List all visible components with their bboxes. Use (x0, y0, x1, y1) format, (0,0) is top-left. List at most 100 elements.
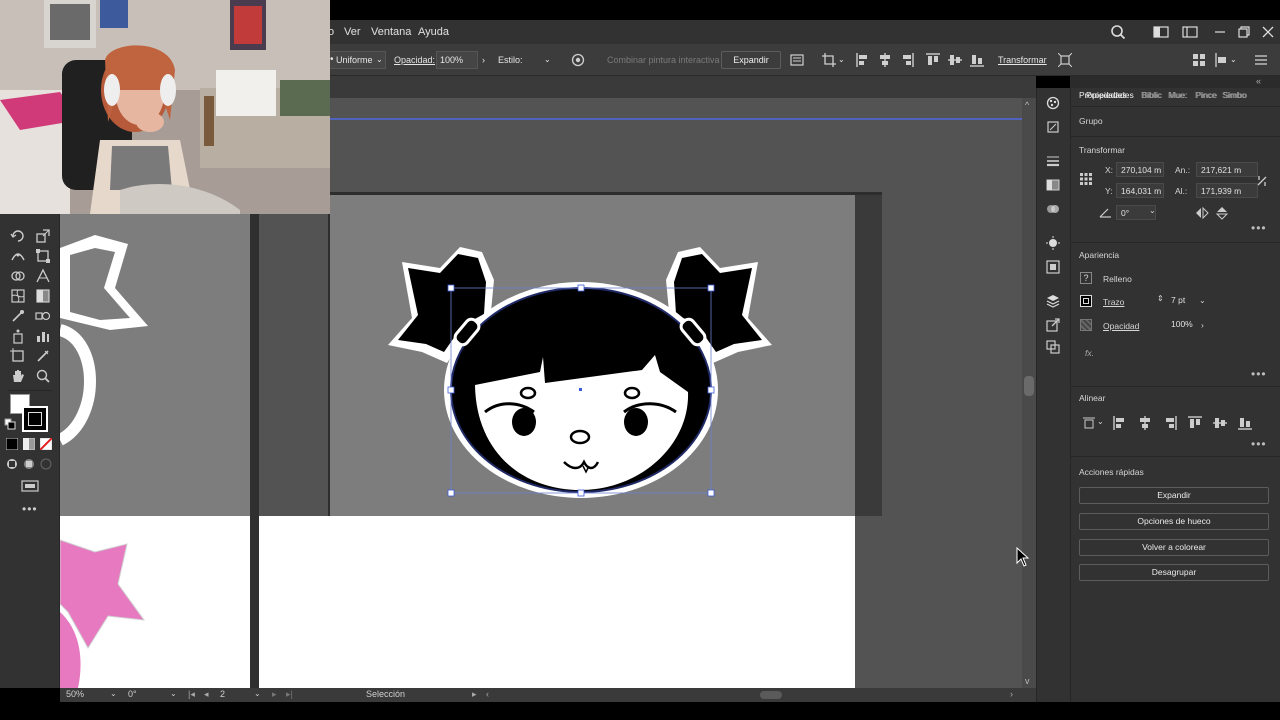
first-artboard-icon[interactable]: |◂ (188, 689, 195, 700)
appearance-panel-icon[interactable] (1046, 236, 1060, 250)
tab-properties-header[interactable]: Propiedades (1086, 90, 1134, 100)
rotate-tool-icon[interactable] (10, 228, 26, 244)
menu-item-ayuda[interactable]: Ayuda (418, 20, 449, 44)
x-position-field[interactable]: 270,104 m (1116, 162, 1164, 177)
gap-options-button[interactable]: Opciones de hueco (1079, 513, 1269, 530)
transform-link[interactable]: Transformar (998, 52, 1047, 68)
align-right-icon[interactable] (900, 53, 914, 67)
default-colors-icon[interactable] (4, 418, 16, 430)
vertical-align-bottom-icon[interactable] (1238, 416, 1252, 430)
chevron-down-icon[interactable]: ⌄ (1149, 206, 1156, 215)
shape-builder-tool-icon[interactable] (10, 268, 26, 284)
artboards-panel-icon[interactable] (1046, 340, 1060, 354)
artboard-number[interactable]: 2 (220, 689, 225, 699)
slice-tool-icon[interactable] (35, 348, 51, 364)
menu-item-ventana[interactable]: Ventana (371, 20, 411, 44)
perspective-grid-tool-icon[interactable] (35, 268, 51, 284)
width-tool-icon[interactable] (10, 248, 26, 264)
horizontal-align-right-icon[interactable] (1163, 416, 1177, 430)
opacity-label[interactable]: Opacidad: (394, 52, 435, 68)
scroll-left-icon[interactable]: ‹ (486, 689, 489, 699)
stroke-panel-icon[interactable] (1046, 154, 1060, 168)
mesh-tool-icon[interactable] (10, 288, 26, 304)
eyedropper-tool-icon[interactable] (10, 308, 26, 324)
chevron-down-icon[interactable]: ⌄ (110, 689, 117, 698)
chevron-down-icon[interactable]: ⌄ (544, 52, 551, 68)
align-bottom-icon[interactable] (970, 53, 984, 67)
zoom-tool-icon[interactable] (35, 368, 51, 384)
tab-symbols-header[interactable]: Simbo (1222, 90, 1246, 100)
chevron-down-icon[interactable]: ⌄ (1199, 296, 1206, 305)
chevron-down-icon[interactable]: ⌄ (838, 52, 845, 68)
graphic-styles-panel-icon[interactable] (1046, 260, 1060, 274)
distribute-icon[interactable] (1214, 53, 1228, 67)
crop-icon[interactable] (822, 53, 836, 67)
ungroup-button[interactable]: Desagrupar (1079, 564, 1269, 581)
chevron-down-icon[interactable]: ⌄ (254, 689, 261, 698)
expand-button[interactable]: Expandir (721, 51, 781, 69)
rotation-value[interactable]: 0° (128, 689, 137, 699)
restore-icon[interactable] (1236, 24, 1252, 40)
tab-brushes-header[interactable]: Pince (1195, 90, 1216, 100)
draw-inside-icon[interactable] (40, 458, 52, 470)
tab-libraries-header[interactable]: Biblic (1141, 90, 1161, 100)
fill-none-icon[interactable]: ? (1080, 272, 1092, 284)
height-field[interactable]: 171,939 m (1196, 183, 1258, 198)
symbol-sprayer-tool-icon[interactable] (10, 328, 26, 344)
live-paint-button[interactable]: Combinar pintura interactiva (607, 52, 720, 68)
collapse-panels-icon[interactable]: « (1256, 76, 1261, 86)
arrange-documents-icon[interactable] (1182, 24, 1198, 40)
align-left-icon[interactable] (856, 53, 870, 67)
chevron-right-icon[interactable]: › (1201, 320, 1204, 330)
horizontal-scrollbar-thumb[interactable] (760, 691, 782, 699)
stroke-label[interactable]: Trazo (1103, 297, 1124, 307)
chevron-down-icon[interactable]: ⌄ (170, 689, 177, 698)
next-artboard-icon[interactable]: ▸ (272, 689, 277, 700)
y-position-field[interactable]: 164,031 m (1116, 183, 1164, 198)
scroll-right-icon[interactable]: › (1010, 689, 1013, 699)
hand-tool-icon[interactable] (10, 368, 26, 384)
horizontal-align-left-icon[interactable] (1113, 416, 1127, 430)
vertical-align-center-icon[interactable] (1213, 416, 1227, 430)
gradient-mode-icon[interactable] (23, 438, 35, 450)
vertical-align-top-icon[interactable] (1188, 416, 1202, 430)
gradient-panel-icon[interactable] (1046, 178, 1060, 192)
chevron-down-icon[interactable]: ⌄ (1097, 417, 1104, 426)
align-to-icon[interactable] (1083, 416, 1097, 430)
recolor-artwork-icon[interactable] (571, 53, 585, 67)
reference-point-icon[interactable] (1079, 172, 1093, 186)
close-icon[interactable] (1260, 24, 1276, 40)
status-menu-arrow-icon[interactable]: ▸ (472, 689, 477, 700)
transparency-panel-icon[interactable] (1046, 202, 1060, 216)
last-artboard-icon[interactable]: ▸| (286, 689, 293, 700)
previous-artboard-icon[interactable]: ◂ (204, 689, 209, 700)
zoom-value[interactable]: 50% (66, 689, 84, 699)
minimize-icon[interactable] (1212, 24, 1228, 40)
gradient-tool-icon[interactable] (35, 288, 51, 304)
none-mode-icon[interactable] (40, 438, 52, 450)
fx-icon[interactable]: fx. (1085, 348, 1094, 358)
appearance-opacity-field[interactable]: 100% (1167, 317, 1197, 332)
chevron-right-icon[interactable]: › (482, 52, 485, 68)
flip-vertical-icon[interactable] (1215, 206, 1229, 220)
edit-toolbar-icon[interactable]: ••• (22, 502, 38, 516)
more-options-icon[interactable]: ••• (1251, 367, 1267, 381)
isolate-group-icon[interactable] (1058, 53, 1072, 67)
align-top-icon[interactable] (926, 53, 940, 67)
stroke-stepper-icon[interactable]: ⇕ (1157, 294, 1164, 303)
libraries-panel-icon[interactable] (1046, 120, 1060, 134)
layers-panel-icon[interactable] (1046, 294, 1060, 308)
export-panel-icon[interactable] (1046, 318, 1060, 332)
more-options-icon[interactable]: ••• (1251, 221, 1267, 235)
constrain-proportions-icon[interactable] (1255, 174, 1269, 188)
horizontal-align-center-icon[interactable] (1138, 416, 1152, 430)
stroke-weight-field[interactable]: 7 pt (1167, 293, 1197, 308)
scale-tool-icon[interactable] (35, 228, 51, 244)
recolor-button[interactable]: Volver a colorear (1079, 539, 1269, 556)
stroke-color-swatch[interactable] (1080, 295, 1092, 307)
hamburger-menu-icon[interactable] (1254, 53, 1268, 67)
blend-tool-icon[interactable] (35, 308, 51, 324)
document-setup-icon[interactable] (790, 53, 804, 67)
tab-swatches-header[interactable]: Mue: (1168, 90, 1187, 100)
draw-normal-icon[interactable] (6, 458, 18, 470)
